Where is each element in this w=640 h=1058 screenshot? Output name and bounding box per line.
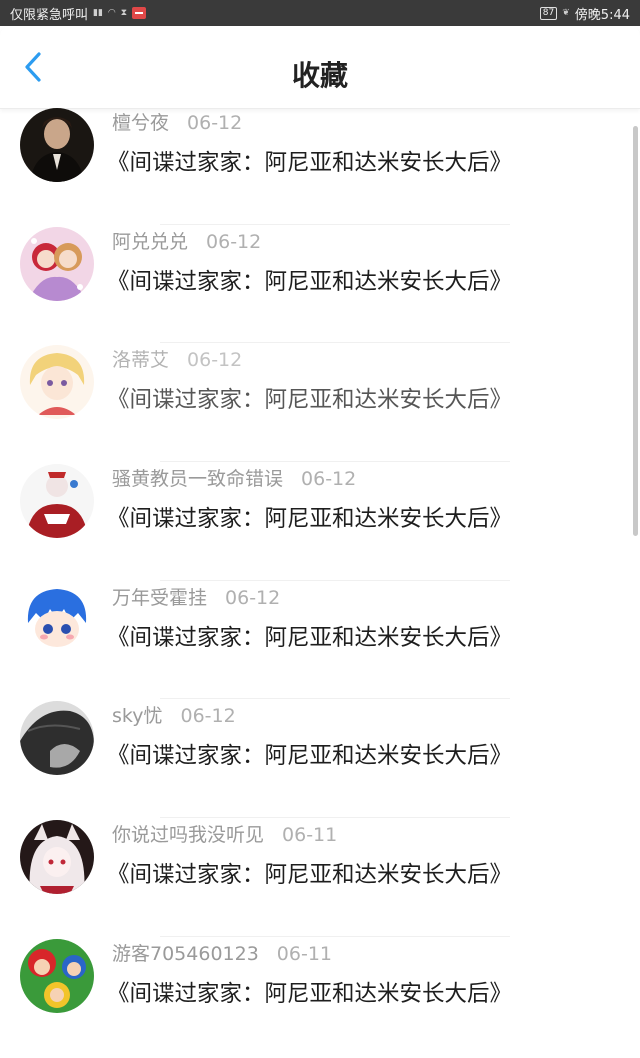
avatar[interactable] bbox=[20, 701, 94, 776]
list-item[interactable]: 阿兑兑兑 06-12 《间谍过家家：阿尼亚和达米安长大后》 bbox=[0, 226, 628, 346]
date: 06-12 bbox=[187, 349, 243, 372]
date: 06-12 bbox=[301, 468, 357, 491]
item-meta: sky忧 06-12 bbox=[112, 701, 236, 728]
book-title[interactable]: 《间谍过家家：阿尼亚和达米安长大后》 bbox=[107, 501, 512, 533]
item-meta: 洛蒂艾 06-12 bbox=[112, 345, 242, 372]
divider bbox=[160, 461, 510, 463]
avatar[interactable] bbox=[20, 820, 94, 895]
username: 檀兮夜 bbox=[112, 112, 170, 134]
item-meta: 檀兮夜 06-12 bbox=[112, 108, 242, 135]
list-item[interactable]: 骚黄教员一致命错误 06-12 《间谍过家家：阿尼亚和达米安长大后》 bbox=[0, 464, 628, 583]
username: 阿兑兑兑 bbox=[112, 230, 189, 253]
item-meta: 万年受霍挂 06-12 bbox=[112, 583, 280, 610]
book-title[interactable]: 《间谍过家家：阿尼亚和达米安长大后》 bbox=[107, 382, 512, 414]
status-bar: 仅限紧急呼叫 ▮▮ ◠ ⧗ 87 ❦ 傍晚5:44 bbox=[0, 0, 640, 26]
leaf-icon: ❦ bbox=[562, 8, 570, 18]
username: 你说过吗我没听见 bbox=[112, 824, 265, 847]
username: 骚黄教员一致命错误 bbox=[112, 468, 284, 491]
book-title[interactable]: 《间谍过家家：阿尼亚和达米安长大后》 bbox=[107, 738, 512, 770]
date: 06-11 bbox=[282, 824, 338, 847]
divider bbox=[160, 223, 510, 225]
divider bbox=[160, 698, 510, 700]
date: 06-12 bbox=[206, 230, 262, 253]
username: 洛蒂艾 bbox=[112, 349, 170, 372]
clock: 傍晚5:44 bbox=[574, 7, 630, 23]
list-item[interactable]: 万年受霍挂 06-12 《间谍过家家：阿尼亚和达米安长大后》 bbox=[0, 582, 628, 702]
list-item[interactable]: 洛蒂艾 06-12 《间谍过家家：阿尼亚和达米安长大后》 bbox=[0, 345, 628, 464]
divider bbox=[160, 817, 510, 819]
carrier-text: 仅限紧急呼叫 bbox=[10, 7, 89, 23]
divider bbox=[160, 342, 510, 344]
list-item[interactable]: 游客705460123 06-11 《间谍过家家：阿尼亚和达米安长大后》 bbox=[0, 938, 628, 1058]
page-title: 收藏 bbox=[291, 59, 348, 92]
username: 游客705460123 bbox=[112, 942, 259, 965]
avatar[interactable] bbox=[20, 464, 94, 539]
status-left: 仅限紧急呼叫 ▮▮ ◠ ⧗ bbox=[10, 4, 147, 23]
book-title[interactable]: 《间谍过家家：阿尼亚和达米安长大后》 bbox=[107, 620, 512, 652]
battery-icon: 87 bbox=[539, 6, 558, 20]
avatar[interactable] bbox=[20, 226, 94, 301]
book-title[interactable]: 《间谍过家家：阿尼亚和达米安长大后》 bbox=[107, 976, 512, 1008]
book-title[interactable]: 《间谍过家家：阿尼亚和达米安长大后》 bbox=[107, 145, 512, 177]
username: 万年受霍挂 bbox=[112, 586, 208, 609]
date: 06-12 bbox=[225, 586, 281, 609]
avatar[interactable] bbox=[20, 108, 94, 182]
list-item[interactable]: 檀兮夜 06-12 《间谍过家家：阿尼亚和达米安长大后》 bbox=[0, 108, 628, 227]
wifi-icon: ◠ bbox=[107, 8, 116, 18]
notification-icon bbox=[132, 7, 147, 19]
item-meta: 游客705460123 06-11 bbox=[112, 939, 332, 966]
scrollbar[interactable] bbox=[633, 126, 638, 536]
avatar[interactable] bbox=[20, 938, 94, 1013]
item-meta: 阿兑兑兑 06-12 bbox=[112, 227, 261, 254]
divider bbox=[160, 579, 510, 581]
favorites-list: 檀兮夜 06-12 《间谍过家家：阿尼亚和达米安长大后》 阿兑兑兑 06-12 《间… bbox=[0, 108, 628, 1058]
date: 06-12 bbox=[187, 112, 243, 134]
username: sky忧 bbox=[112, 705, 163, 728]
list-item[interactable]: sky忧 06-12 《间谍过家家：阿尼亚和达米安长大后》 bbox=[0, 701, 628, 820]
book-title[interactable]: 《间谍过家家：阿尼亚和达米安长大后》 bbox=[107, 857, 512, 889]
item-meta: 骚黄教员一致命错误 06-12 bbox=[112, 464, 356, 491]
signal-icon: ▮▮ bbox=[93, 8, 103, 18]
hourglass-icon: ⧗ bbox=[120, 8, 128, 18]
avatar[interactable] bbox=[20, 582, 94, 657]
date: 06-12 bbox=[180, 705, 236, 728]
date: 06-11 bbox=[276, 942, 333, 965]
navigation-bar: 收藏 bbox=[0, 26, 640, 109]
avatar[interactable] bbox=[20, 345, 94, 420]
status-right: 87 ❦ 傍晚5:44 bbox=[539, 4, 630, 23]
book-title[interactable]: 《间谍过家家：阿尼亚和达米安长大后》 bbox=[107, 264, 512, 296]
divider bbox=[160, 935, 510, 937]
list-item[interactable]: 你说过吗我没听见 06-11 《间谍过家家：阿尼亚和达米安长大后》 bbox=[0, 820, 628, 939]
item-meta: 你说过吗我没听见 06-11 bbox=[112, 820, 337, 847]
